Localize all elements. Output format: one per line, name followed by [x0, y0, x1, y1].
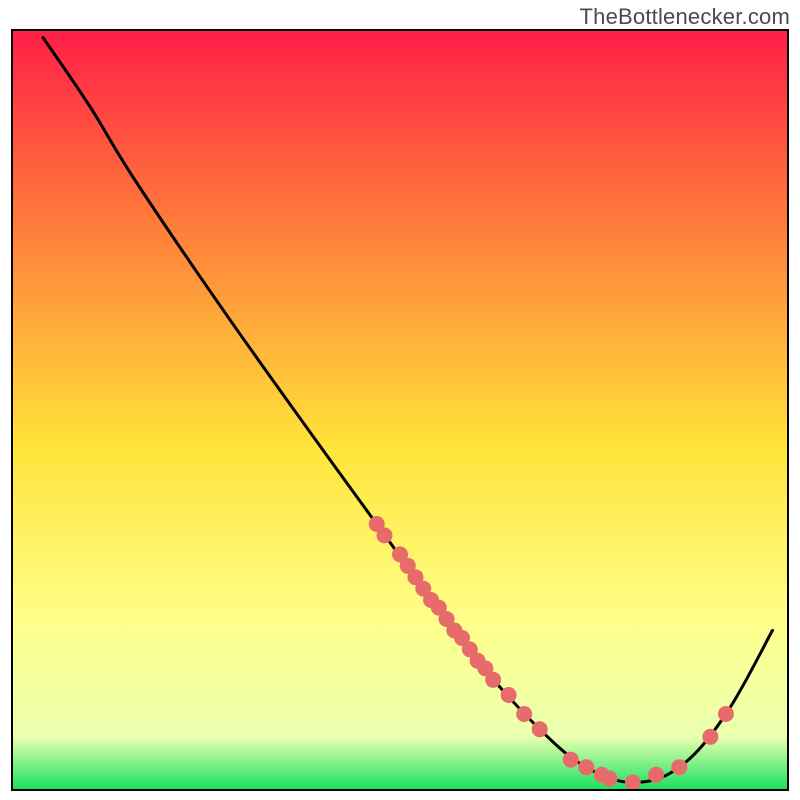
data-marker — [485, 672, 501, 688]
data-marker — [625, 774, 641, 790]
attribution-text: TheBottlenecker.com — [580, 4, 790, 30]
chart-background — [12, 30, 788, 790]
data-marker — [516, 706, 532, 722]
data-marker — [602, 771, 618, 787]
data-marker — [702, 729, 718, 745]
data-marker — [563, 752, 579, 768]
data-marker — [501, 687, 517, 703]
data-marker — [578, 759, 594, 775]
data-marker — [648, 767, 664, 783]
data-marker — [376, 527, 392, 543]
data-marker — [532, 721, 548, 737]
bottleneck-chart — [0, 0, 800, 800]
chart-container: TheBottlenecker.com — [0, 0, 800, 800]
plot-area — [12, 30, 788, 790]
data-marker — [671, 759, 687, 775]
data-marker — [718, 706, 734, 722]
